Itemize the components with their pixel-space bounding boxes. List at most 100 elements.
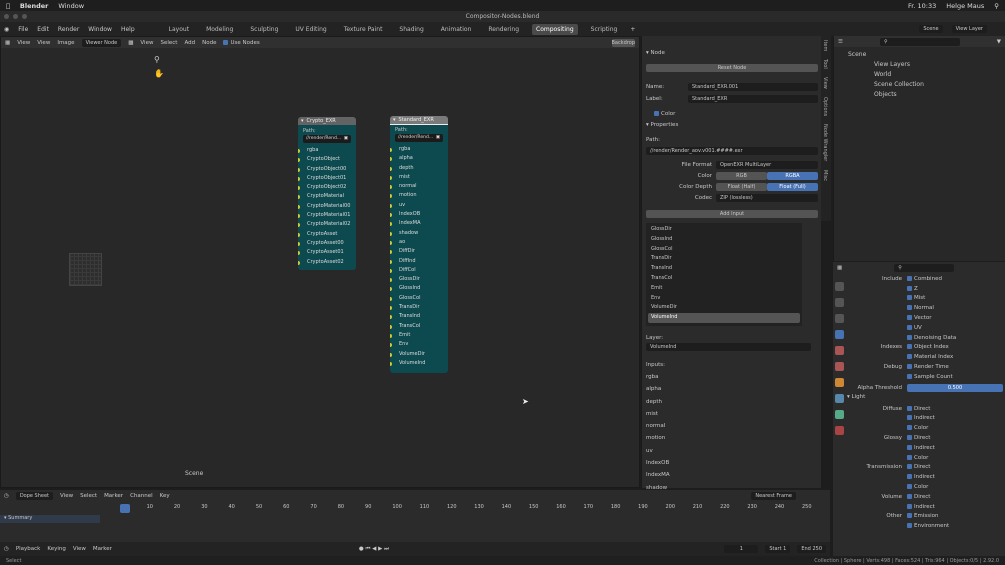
pass-checkbox[interactable]: Combined bbox=[907, 275, 942, 282]
node-socket[interactable]: DiffInd bbox=[390, 257, 443, 266]
dope-mode-dropdown[interactable]: Dope Sheet bbox=[15, 491, 54, 500]
node-socket[interactable]: mist bbox=[390, 173, 443, 182]
sidebar-tab[interactable]: Tool bbox=[821, 55, 829, 73]
current-frame-field[interactable]: 1 bbox=[724, 545, 759, 553]
menu-render[interactable]: Render bbox=[58, 26, 79, 33]
input-list[interactable]: GlossDir GlossInd GlossCol TransDir TransInd… bbox=[646, 223, 802, 326]
pass-checkbox[interactable]: Render Time bbox=[907, 364, 949, 370]
dope-key-menu[interactable]: Key bbox=[160, 493, 170, 499]
pass-checkbox[interactable]: Direct bbox=[907, 464, 930, 470]
pass-checkbox[interactable]: Color bbox=[907, 425, 928, 431]
node-socket[interactable]: IndexOB bbox=[390, 210, 443, 219]
pass-checkbox[interactable]: Indirect bbox=[907, 415, 935, 421]
view-menu-2[interactable]: View bbox=[37, 40, 50, 46]
viewer-node-selector[interactable]: Viewer Node bbox=[81, 38, 122, 47]
backdrop-button[interactable]: Backdrop bbox=[611, 38, 635, 47]
standard-exr-node[interactable]: ▾ Standard_EXR Path: //render/Rend... ▣ rg… bbox=[390, 116, 448, 373]
node-socket[interactable]: VolumeDir bbox=[390, 350, 443, 359]
node-socket[interactable]: CryptoObject01 bbox=[298, 174, 351, 183]
properties-panel-header[interactable]: ▾ Properties bbox=[646, 120, 818, 129]
node-socket[interactable]: GlossDir bbox=[390, 275, 443, 284]
pass-checkbox[interactable]: Indirect bbox=[907, 503, 935, 510]
scene-selector[interactable]: Scene bbox=[919, 25, 943, 33]
select-menu[interactable]: Select bbox=[160, 40, 177, 46]
view-menu[interactable]: View bbox=[17, 40, 30, 46]
node-socket[interactable]: CryptoAsset01 bbox=[298, 248, 351, 257]
pass-checkbox[interactable]: Indirect bbox=[907, 474, 935, 480]
render-tab-icon[interactable] bbox=[835, 298, 844, 307]
label-field[interactable]: Standard_EXR bbox=[688, 94, 818, 103]
sidebar-tab[interactable]: Options bbox=[821, 93, 829, 120]
input-list-item[interactable]: VolumeDir bbox=[648, 303, 800, 313]
add-workspace-icon[interactable]: + bbox=[630, 26, 635, 33]
node-socket[interactable]: ao bbox=[390, 238, 443, 247]
pass-checkbox[interactable]: Indirect bbox=[907, 444, 935, 451]
frame-ruler[interactable]: 1102030405060708090100110120130140150160… bbox=[100, 503, 828, 513]
modifier-tab-icon[interactable] bbox=[835, 394, 844, 403]
tool-tab-icon[interactable] bbox=[835, 282, 844, 291]
pass-checkbox[interactable]: Environment bbox=[907, 523, 949, 529]
snap-dropdown[interactable]: Nearest Frame bbox=[751, 491, 796, 500]
node-socket[interactable]: shadow bbox=[390, 229, 443, 238]
menu-edit[interactable]: Edit bbox=[37, 26, 49, 33]
crypto-exr-node[interactable]: ▾ Crypto_EXR Path: //render/Rend... ▣ rgba… bbox=[298, 117, 356, 270]
properties-type-icon[interactable]: ▦ bbox=[837, 265, 842, 271]
color-rgba-button[interactable]: RGBA bbox=[767, 171, 818, 180]
tab-shading[interactable]: Shading bbox=[395, 24, 427, 35]
node-socket[interactable]: CryptoMaterial02 bbox=[298, 220, 351, 229]
outliner-world[interactable]: World bbox=[874, 71, 891, 78]
node-socket[interactable]: DiffCol bbox=[390, 266, 443, 275]
name-field[interactable]: Standard_EXR.001 bbox=[688, 82, 818, 91]
tab-uv-editing[interactable]: UV Editing bbox=[291, 24, 330, 35]
input-list-item[interactable]: GlossCol bbox=[648, 245, 800, 255]
output-tab-icon[interactable] bbox=[835, 314, 844, 323]
menu-window[interactable]: Window bbox=[88, 26, 112, 33]
reset-node-button[interactable]: Reset Node bbox=[646, 64, 818, 72]
codec-dropdown[interactable]: ZIP (lossless) bbox=[716, 193, 818, 202]
node-socket[interactable]: TransDir bbox=[390, 303, 443, 312]
node-socket[interactable]: rgba bbox=[298, 146, 351, 155]
node-socket[interactable]: motion bbox=[390, 191, 443, 200]
tab-compositing[interactable]: Compositing bbox=[532, 23, 578, 35]
file-format-dropdown[interactable]: OpenEXR MultiLayer bbox=[716, 160, 818, 169]
add-menu[interactable]: Add bbox=[184, 40, 195, 46]
tab-modeling[interactable]: Modeling bbox=[202, 24, 237, 35]
pass-checkbox[interactable]: Direct bbox=[907, 493, 930, 500]
pass-checkbox[interactable]: Color bbox=[907, 484, 928, 490]
input-list-item[interactable]: GlossInd bbox=[648, 235, 800, 245]
timeline-editor-type-icon[interactable]: ◷ bbox=[4, 546, 9, 552]
pass-checkbox[interactable]: Vector bbox=[907, 315, 932, 321]
node-socket[interactable]: TransInd bbox=[390, 312, 443, 321]
hand-pan-icon[interactable]: ✋ bbox=[154, 69, 164, 78]
node-menu[interactable]: Node bbox=[202, 40, 216, 46]
apple-icon[interactable]:  bbox=[6, 2, 10, 10]
current-frame-indicator[interactable] bbox=[120, 504, 130, 513]
image-menu[interactable]: Image bbox=[57, 40, 74, 46]
object-tab-icon[interactable] bbox=[835, 378, 844, 387]
input-list-item[interactable]: Emit bbox=[648, 284, 800, 294]
node-socket[interactable]: Emit bbox=[390, 331, 443, 340]
node-socket[interactable]: Env bbox=[390, 340, 443, 349]
playback-controls[interactable]: ● ⏮ ◀ ▶ ⏭ bbox=[359, 546, 389, 553]
pass-checkbox[interactable]: UV bbox=[907, 324, 922, 331]
timeline-view-menu[interactable]: View bbox=[73, 546, 86, 552]
filter-icon[interactable]: ▼ bbox=[997, 39, 1001, 45]
input-list-item[interactable]: TransDir bbox=[648, 254, 800, 264]
node-socket[interactable]: GlossCol bbox=[390, 294, 443, 303]
node-socket[interactable]: uv bbox=[390, 201, 443, 210]
input-list-item[interactable]: GlossDir bbox=[648, 225, 800, 235]
input-list-item[interactable]: VolumeInd bbox=[648, 313, 800, 323]
menu-file[interactable]: File bbox=[18, 26, 28, 33]
node-socket[interactable]: rgba bbox=[390, 145, 443, 154]
zoom-icon[interactable] bbox=[22, 14, 27, 19]
keying-menu[interactable]: Keying bbox=[47, 546, 65, 552]
tab-layout[interactable]: Layout bbox=[165, 24, 193, 35]
depth-full-button[interactable]: Float (Full) bbox=[767, 182, 818, 191]
node-socket[interactable]: CryptoAsset00 bbox=[298, 239, 351, 248]
summary-channel[interactable]: ▾ Summary bbox=[0, 515, 100, 523]
layer-field[interactable]: VolumeInd bbox=[646, 343, 811, 351]
tab-animation[interactable]: Animation bbox=[437, 24, 476, 35]
timeline-marker-menu[interactable]: Marker bbox=[93, 546, 112, 552]
node-socket[interactable]: CryptoMaterial bbox=[298, 192, 351, 201]
close-icon[interactable] bbox=[4, 14, 9, 19]
